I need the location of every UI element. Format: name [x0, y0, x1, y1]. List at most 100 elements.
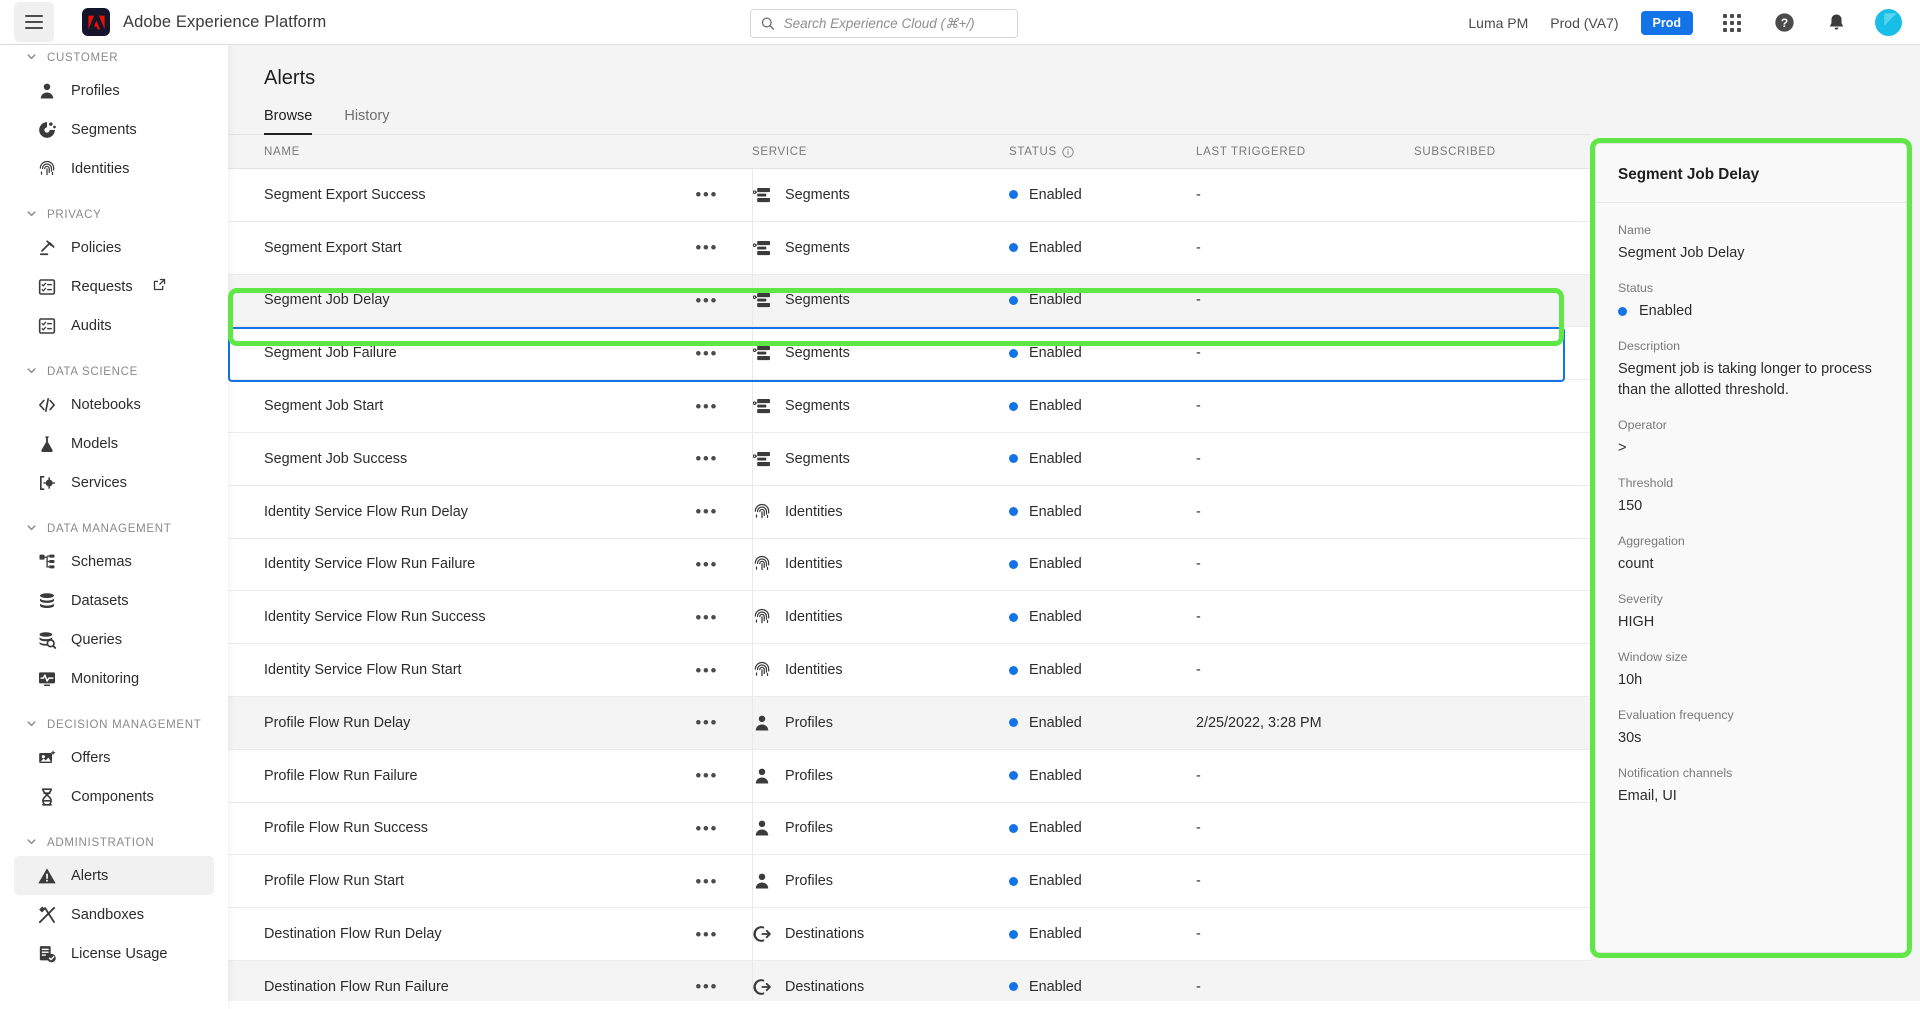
table-row[interactable]: Segment Export Success ••• Segments Enabled… — [228, 169, 1591, 222]
more-horizontal-icon[interactable]: ••• — [695, 873, 718, 890]
sandbox-name[interactable]: Prod (VA7) — [1550, 15, 1618, 31]
more-horizontal-icon[interactable]: ••• — [695, 662, 718, 679]
cell-service: Profiles — [752, 818, 1009, 838]
cell-status: Enabled — [1009, 187, 1196, 203]
table-row[interactable]: Segment Job Failure ••• Segments Enabled - — [228, 327, 1591, 381]
sidebar-item-monitoring[interactable]: Monitoring — [14, 659, 214, 698]
hamburger-icon[interactable] — [14, 2, 54, 42]
more-horizontal-icon[interactable]: ••• — [695, 503, 718, 520]
detail-field-value: count — [1618, 556, 1654, 573]
chevron-down-icon — [26, 718, 37, 732]
sidebar-item-policies[interactable]: Policies — [14, 228, 214, 267]
destination-arrow-icon — [752, 977, 772, 997]
sidebar-section-customer[interactable]: CUSTOMER — [0, 45, 228, 71]
tab-history[interactable]: History — [344, 108, 389, 135]
table-row[interactable]: Profile Flow Run Failure ••• Profiles Enabl… — [228, 749, 1591, 803]
table-row[interactable]: Segment Job Start ••• Segments Enabled - — [228, 380, 1591, 433]
sidebar-item-schemas[interactable]: Schemas — [14, 542, 214, 581]
sidebar-section-administration[interactable]: ADMINISTRATION — [0, 830, 228, 856]
cell-status: Enabled — [1009, 292, 1196, 308]
table-row[interactable]: Destination Flow Run Failure ••• Destinati… — [228, 960, 1591, 1000]
sidebar-item-offers[interactable]: Offers — [14, 738, 214, 777]
table-row[interactable]: Identity Service Flow Run Success ••• Iden… — [228, 591, 1591, 645]
sidebar-item-services[interactable]: Services — [14, 463, 214, 502]
status-badge: Enabled — [1029, 873, 1082, 890]
sidebar-section-gap — [0, 188, 228, 202]
cell-name: Identity Service Flow Run Start ••• — [264, 644, 752, 696]
bell-icon[interactable] — [1823, 10, 1849, 36]
org-name[interactable]: Luma PM — [1468, 15, 1528, 31]
column-divider — [752, 221, 753, 274]
help-circle-icon[interactable]: ? — [1771, 10, 1797, 36]
sidebar-item-alerts[interactable]: Alerts — [14, 856, 214, 895]
sidebar-item-queries[interactable]: Queries — [14, 620, 214, 659]
monitor-pulse-icon — [36, 668, 57, 689]
table-row[interactable]: Destination Flow Run Delay ••• Destination… — [228, 908, 1591, 961]
global-search[interactable] — [750, 9, 1018, 38]
table-row[interactable]: Profile Flow Run Delay ••• Profiles Enabled… — [228, 696, 1591, 750]
alert-name: Identity Service Flow Run Failure — [264, 556, 476, 573]
sidebar-item-label: Audits — [71, 317, 112, 334]
table-row[interactable]: Segment Job Delay ••• Segments Enabled - — [228, 274, 1591, 328]
more-horizontal-icon[interactable]: ••• — [695, 292, 718, 309]
more-horizontal-icon[interactable]: ••• — [695, 239, 718, 256]
info-circle-icon[interactable] — [1062, 145, 1074, 158]
sidebar-item-label: Policies — [71, 239, 122, 256]
table-row[interactable]: Segment Export Start ••• Segments Enabled - — [228, 221, 1591, 275]
more-horizontal-icon[interactable]: ••• — [695, 556, 718, 573]
detail-field-evaluation-frequency: Evaluation frequency 30s — [1618, 708, 1884, 749]
checklist-icon — [36, 315, 57, 336]
more-horizontal-icon[interactable]: ••• — [695, 926, 718, 943]
column-divider — [752, 432, 753, 485]
detail-field-label: Aggregation — [1618, 534, 1685, 549]
table-row[interactable]: Profile Flow Run Start ••• Profiles Enabled… — [228, 855, 1591, 909]
cell-status: Enabled — [1009, 504, 1196, 520]
more-horizontal-icon[interactable]: ••• — [695, 978, 718, 995]
sidebar-item-notebooks[interactable]: Notebooks — [14, 385, 214, 424]
column-header-service[interactable]: SERVICE — [752, 146, 1009, 158]
column-divider — [752, 538, 753, 591]
cell-last-triggered: - — [1196, 239, 1201, 256]
more-horizontal-icon[interactable]: ••• — [695, 767, 718, 784]
more-horizontal-icon[interactable]: ••• — [695, 345, 718, 362]
sidebar-section-data-science[interactable]: DATA SCIENCE — [0, 359, 228, 385]
sidebar-item-datasets[interactable]: Datasets — [14, 581, 214, 620]
search-input[interactable] — [783, 16, 1007, 31]
tab-browse[interactable]: Browse — [264, 108, 313, 135]
sidebar-item-audits[interactable]: Audits — [14, 306, 214, 345]
sidebar-section-privacy[interactable]: PRIVACY — [0, 202, 228, 228]
table-row[interactable]: Identity Service Flow Run Failure ••• Iden… — [228, 538, 1591, 592]
brand[interactable]: Adobe Experience Platform — [82, 8, 326, 36]
table-header: NAME SERVICE STATUS LAST TRIGGERED SUBSC… — [228, 135, 1591, 169]
table-row[interactable]: Identity Service Flow Run Start ••• Identi… — [228, 644, 1591, 697]
env-badge[interactable]: Prod — [1640, 10, 1693, 35]
table-row[interactable]: Identity Service Flow Run Delay ••• Identi… — [228, 485, 1591, 539]
cell-service: Destinations — [752, 977, 1009, 997]
column-header-status[interactable]: STATUS — [1009, 146, 1196, 158]
column-header-subscribed[interactable]: SUBSCRIBED — [1414, 146, 1554, 158]
avatar[interactable] — [1875, 9, 1902, 36]
alert-name: Identity Service Flow Run Success — [264, 609, 486, 626]
more-horizontal-icon[interactable]: ••• — [695, 714, 718, 731]
detail-field-label: Operator — [1618, 418, 1667, 433]
sidebar-item-segments[interactable]: Segments — [14, 110, 214, 149]
more-horizontal-icon[interactable]: ••• — [695, 609, 718, 626]
grid-apps-icon[interactable] — [1719, 10, 1745, 36]
column-header-name[interactable]: NAME — [264, 146, 752, 158]
column-header-last-triggered[interactable]: LAST TRIGGERED — [1196, 146, 1414, 158]
sidebar-item-sandboxes[interactable]: Sandboxes — [14, 895, 214, 934]
more-horizontal-icon[interactable]: ••• — [695, 398, 718, 415]
table-row[interactable]: Profile Flow Run Success ••• Profiles Enabl… — [228, 802, 1591, 856]
more-horizontal-icon[interactable]: ••• — [695, 820, 718, 837]
sidebar-item-profiles[interactable]: Profiles — [14, 71, 214, 110]
more-horizontal-icon[interactable]: ••• — [695, 450, 718, 467]
table-row[interactable]: Segment Job Success ••• Segments Enabled - — [228, 432, 1591, 486]
sidebar-item-requests[interactable]: Requests — [14, 267, 214, 306]
sidebar-section-decision-management[interactable]: DECISION MANAGEMENT — [0, 712, 228, 738]
sidebar-item-components[interactable]: Components — [14, 777, 214, 816]
sidebar-item-models[interactable]: Models — [14, 424, 214, 463]
sidebar-item-identities[interactable]: Identities — [14, 149, 214, 188]
sidebar-item-license-usage[interactable]: License Usage — [14, 934, 214, 973]
more-horizontal-icon[interactable]: ••• — [695, 186, 718, 203]
sidebar-section-data-management[interactable]: DATA MANAGEMENT — [0, 516, 228, 542]
